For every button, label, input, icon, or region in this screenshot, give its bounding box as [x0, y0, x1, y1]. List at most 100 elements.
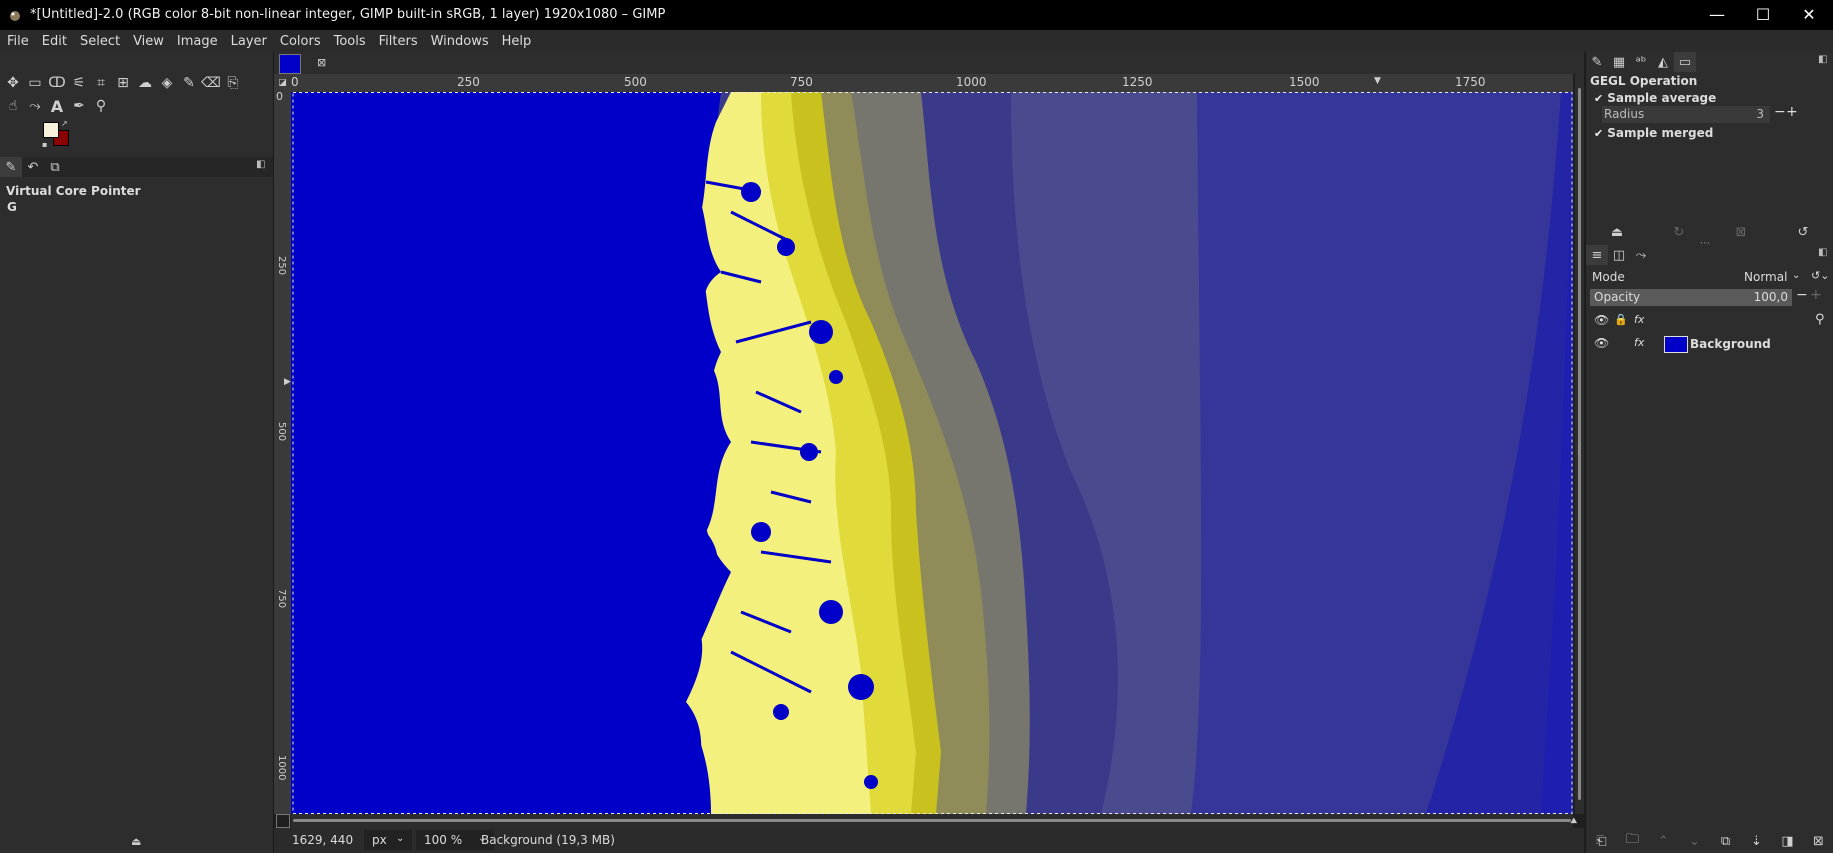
radius-field[interactable]: Radius 3 — [1602, 106, 1770, 123]
unified-transform-tool-icon[interactable]: ⊞ — [112, 72, 134, 94]
horizontal-scrollbar[interactable] — [291, 814, 1573, 828]
tab-menu-icon[interactable]: ◧ — [1818, 247, 1827, 258]
images-tab-icon[interactable]: ⧉ — [44, 157, 66, 177]
smudge-tool-icon[interactable]: ☝ — [2, 95, 24, 117]
channels-tab-icon[interactable]: ◫ — [1608, 245, 1630, 265]
swap-colors-icon[interactable]: ↗ — [61, 119, 68, 128]
duplicate-layer-icon[interactable]: ⧉ — [1715, 831, 1737, 851]
crop-tool-icon[interactable]: ⌗ — [90, 72, 112, 94]
horizontal-scroll-thumb[interactable] — [293, 819, 1571, 822]
close-button[interactable]: ✕ — [1786, 0, 1832, 30]
vertical-scroll-thumb[interactable] — [1578, 88, 1581, 800]
toolbox-panel: ✥ ▭ ↀ ⚟ ⌗ ⊞ ☁ ◈ ✎ ⌫ ⎘ ☝ ⤳ A ✒ ⚲ ↗ ▪ ✎ ↶ … — [0, 52, 274, 853]
pointer-tab-icon[interactable]: ▭ — [1674, 52, 1696, 72]
vertical-scrollbar[interactable]: ⋮ — [1574, 74, 1584, 814]
mode-value: Normal — [1744, 270, 1788, 284]
menu-tools[interactable]: Tools — [327, 30, 372, 49]
minimize-button[interactable]: — — [1694, 0, 1740, 30]
unit-selector[interactable]: px ⌄ — [364, 830, 412, 850]
rect-select-tool-icon[interactable]: ▭ — [24, 72, 46, 94]
foreground-color-swatch[interactable] — [43, 122, 59, 138]
image-thumbnail-tab[interactable] — [279, 54, 301, 74]
ruler-label: 1500 — [1289, 75, 1320, 89]
gegl-operation-title: GEGL Operation — [1590, 74, 1698, 88]
composite-mode-icon[interactable]: ↺⌄ — [1811, 269, 1829, 282]
layer-thumbnail[interactable] — [1664, 336, 1688, 353]
save-tool-preset-icon[interactable]: ⏏ — [1606, 222, 1628, 242]
fractal-image[interactable] — [291, 92, 1573, 814]
menu-windows[interactable]: Windows — [424, 30, 495, 49]
menu-file[interactable]: File — [0, 30, 35, 49]
visibility-eye-icon[interactable]: 👁 — [1594, 336, 1609, 350]
fonts-tab-icon[interactable]: ᵃᵇ — [1630, 52, 1652, 72]
close-image-tab-icon[interactable]: ⊠ — [317, 56, 326, 69]
opacity-increase-button[interactable]: + — [1810, 287, 1822, 303]
lower-layer-icon[interactable]: ⌄ — [1684, 831, 1706, 851]
layer-info: Background (19,3 MB) — [481, 833, 615, 847]
layer-name[interactable]: Background — [1690, 337, 1771, 351]
restore-tool-preset-icon[interactable]: ↻ — [1668, 222, 1690, 242]
maximize-button[interactable]: ☐ — [1740, 0, 1786, 30]
navigate-icon[interactable]: ⯅ — [1569, 814, 1579, 829]
image-canvas[interactable] — [291, 92, 1573, 814]
sample-merged-row[interactable]: ✔ Sample merged — [1594, 126, 1713, 140]
menu-layer[interactable]: Layer — [224, 30, 273, 49]
delete-layer-icon[interactable]: ⊠ — [1808, 831, 1830, 851]
fuzzy-select-tool-icon[interactable]: ⚟ — [68, 72, 90, 94]
paths-tab-icon[interactable]: ⤳ — [1630, 245, 1652, 265]
tab-menu-icon[interactable]: ◧ — [256, 159, 265, 170]
ruler-horizontal[interactable]: 0 250 500 750 1000 1250 1500 1750 ▼ — [291, 74, 1573, 93]
checkbox-checked-icon[interactable]: ✔ — [1594, 127, 1603, 140]
brushes-tab-icon[interactable]: ✎ — [1586, 52, 1608, 72]
menu-help[interactable]: Help — [495, 30, 538, 49]
layers-tab-icon[interactable]: ≡ — [1586, 245, 1608, 265]
mask-layer-icon[interactable]: ◨ — [1777, 831, 1799, 851]
layer-row[interactable]: 👁 fx Background — [1586, 333, 1833, 355]
new-layer-group-icon[interactable]: 🗀 — [1622, 831, 1644, 851]
sample-average-row[interactable]: ✔ Sample average — [1594, 91, 1716, 105]
paintbrush-tool-icon[interactable]: ✎ — [178, 72, 200, 94]
pointer-position-marker-icon: ▶ — [284, 377, 291, 387]
merge-layer-icon[interactable]: ⇣ — [1746, 831, 1768, 851]
eraser-tool-icon[interactable]: ⌫ — [200, 72, 222, 94]
raise-layer-icon[interactable]: ⌃ — [1653, 831, 1675, 851]
zoom-tool-icon[interactable]: ⚲ — [90, 95, 112, 117]
radius-increase-button[interactable]: + — [1786, 104, 1798, 120]
radius-decrease-button[interactable]: − — [1774, 104, 1786, 120]
opacity-decrease-button[interactable]: − — [1796, 287, 1808, 303]
effects-icon[interactable]: fx — [1634, 336, 1644, 349]
opacity-field[interactable]: Opacity 100,0 — [1590, 289, 1792, 306]
bucket-fill-tool-icon[interactable]: ◈ — [156, 72, 178, 94]
color-picker-tool-icon[interactable]: ✒ — [68, 95, 90, 117]
menu-view[interactable]: View — [126, 30, 170, 49]
menu-edit[interactable]: Edit — [35, 30, 73, 49]
pointer-coordinates: 1629, 440 — [292, 833, 354, 847]
free-select-tool-icon[interactable]: ↀ — [46, 72, 68, 94]
menu-colors[interactable]: Colors — [273, 30, 327, 49]
reset-tool-options-icon[interactable]: ↺ — [1792, 222, 1814, 242]
undo-history-tab-icon[interactable]: ↶ — [22, 157, 44, 177]
new-layer-icon[interactable]: ⎗ — [1591, 831, 1613, 851]
save-device-status-icon[interactable]: ⏏ — [131, 835, 141, 848]
paths-tool-icon[interactable]: ⤳ — [24, 95, 46, 117]
menu-image[interactable]: Image — [170, 30, 224, 49]
delete-tool-preset-icon[interactable]: ⊠ — [1730, 222, 1752, 242]
default-colors-icon[interactable]: ▪ — [42, 140, 47, 149]
patterns-tab-icon[interactable]: ▦ — [1608, 52, 1630, 72]
checkbox-checked-icon[interactable]: ✔ — [1594, 92, 1603, 105]
text-tool-icon[interactable]: A — [46, 95, 68, 117]
search-icon[interactable]: ⚲ — [1815, 312, 1825, 327]
tab-menu-icon[interactable]: ◧ — [1818, 54, 1827, 65]
menu-select[interactable]: Select — [73, 30, 126, 49]
menu-filters[interactable]: Filters — [372, 30, 424, 49]
ruler-vertical[interactable]: 0 250 500 750 1000 ▶ — [274, 90, 291, 814]
move-tool-icon[interactable]: ✥ — [2, 72, 24, 94]
quick-mask-toggle[interactable] — [276, 814, 290, 828]
left-dock-collapse-icon[interactable]: ⋮ — [1574, 446, 1583, 456]
document-history-tab-icon[interactable]: ◭ — [1652, 52, 1674, 72]
warp-transform-tool-icon[interactable]: ☁ — [134, 72, 156, 94]
unit-value: px — [372, 833, 387, 847]
tool-options-tab-icon[interactable]: ✎ — [0, 157, 22, 177]
mode-dropdown[interactable]: Normal ⌄ — [1744, 268, 1802, 286]
clone-tool-icon[interactable]: ⎘ — [222, 72, 244, 94]
